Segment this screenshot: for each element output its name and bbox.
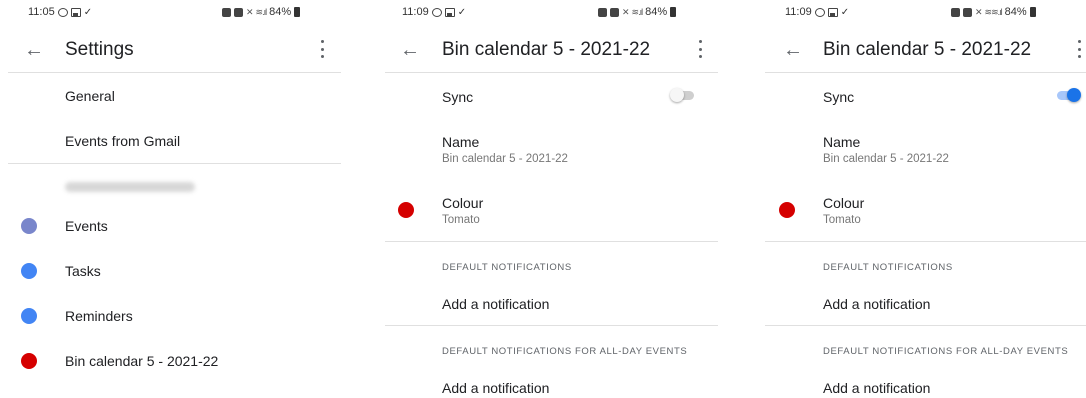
mute-icon: ✕ (622, 6, 629, 17)
colour-swatch (398, 202, 414, 218)
status-bar: 11:09 ✓ ✕ ≋.ıl 84% (380, 6, 725, 22)
status-bar: 11:05 ✓ ✕ ≋.ıl 84% (0, 6, 350, 22)
name-value: Bin calendar 5 - 2021-22 (442, 153, 568, 165)
calendar-item-tasks[interactable]: Tasks (65, 262, 101, 280)
battery-icon (670, 7, 677, 17)
battery-percent: 84% (645, 6, 668, 18)
wifi-signal-icon: ≋.ıl (255, 6, 268, 17)
name-value: Bin calendar 5 - 2021-22 (823, 153, 949, 165)
add-all-day-notification-button[interactable]: Add a notification (823, 379, 930, 397)
calendar-item-events[interactable]: Events (65, 217, 108, 235)
gallery-icon (827, 7, 838, 17)
whatsapp-icon (57, 7, 68, 17)
battery-percent: 84% (269, 6, 292, 18)
colour-value: Tomato (823, 214, 861, 226)
section-divider (8, 163, 341, 164)
colour-label[interactable]: Colour (823, 194, 864, 212)
whatsapp-icon (814, 7, 825, 17)
status-right: ✕ ≋.ıl 84% (598, 6, 677, 18)
wifi-signal-icon: ≋.ıl (631, 6, 644, 17)
sync-toggle[interactable] (670, 88, 696, 102)
status-right: ✕ ≋.ıl 84% (222, 6, 301, 18)
section-divider (765, 325, 1086, 326)
account-email-blurred (65, 182, 195, 192)
name-label[interactable]: Name (442, 133, 479, 151)
app-bar: ← Bin calendar 5 - 2021-22 (380, 30, 725, 72)
app-bar: ← Bin calendar 5 - 2021-22 (762, 30, 1086, 72)
settings-item-general[interactable]: General (65, 87, 115, 105)
reminders-color-dot (21, 308, 37, 324)
mute-icon: ✕ (246, 6, 253, 17)
gallery-icon (444, 7, 455, 17)
alarm-icon (598, 7, 607, 17)
page-title: Bin calendar 5 - 2021-22 (442, 39, 651, 60)
app-bar-divider (8, 72, 341, 73)
app-bar-divider (385, 72, 718, 73)
calendar-settings-screen-sync-on: 11:09 ✓ ✕ ≋≋.ıl 84% ← Bin calendar 5 - 2… (762, 0, 1086, 398)
status-time: 11:09 (785, 6, 812, 18)
add-notification-button[interactable]: Add a notification (823, 295, 930, 313)
download-done-icon: ✓ (83, 6, 93, 18)
app-bar: ← Settings (0, 30, 350, 72)
calendar-item-bin-calendar[interactable]: Bin calendar 5 - 2021-22 (65, 352, 218, 370)
all-day-notifications-header: DEFAULT NOTIFICATIONS FOR ALL-DAY EVENTS (823, 346, 1069, 357)
colour-swatch (779, 202, 795, 218)
default-notifications-header: DEFAULT NOTIFICATIONS (823, 262, 953, 273)
clock-icon (234, 7, 243, 17)
mute-icon: ✕ (975, 6, 982, 17)
status-bar: 11:09 ✓ ✕ ≋≋.ıl 84% (762, 6, 1086, 22)
battery-percent: 84% (1004, 6, 1027, 18)
all-day-notifications-header: DEFAULT NOTIFICATIONS FOR ALL-DAY EVENTS (442, 346, 688, 357)
default-notifications-header: DEFAULT NOTIFICATIONS (442, 262, 572, 273)
calendar-item-reminders[interactable]: Reminders (65, 307, 133, 325)
status-left: 11:05 ✓ (28, 6, 92, 18)
wifi-signal-icon: ≋≋.ıl (984, 6, 1003, 17)
sync-label: Sync (442, 89, 474, 105)
name-label[interactable]: Name (823, 133, 860, 151)
sync-label: Sync (823, 89, 855, 105)
settings-screen: 11:05 ✓ ✕ ≋.ıl 84% ← Settings General Ev… (0, 0, 350, 398)
battery-icon (294, 7, 301, 17)
sync-toggle[interactable] (1055, 88, 1081, 102)
settings-item-events-from-gmail[interactable]: Events from Gmail (65, 132, 180, 150)
page-title: Bin calendar 5 - 2021-22 (823, 39, 1032, 60)
add-all-day-notification-button[interactable]: Add a notification (442, 379, 549, 397)
clock-icon (610, 7, 619, 17)
page-title: Settings (65, 39, 134, 60)
bin-calendar-color-dot (21, 353, 37, 369)
download-done-icon: ✓ (840, 6, 850, 18)
more-options-icon[interactable] (1077, 40, 1081, 58)
more-options-icon[interactable] (698, 40, 702, 58)
alarm-icon (951, 7, 960, 17)
calendar-settings-screen-sync-off: 11:09 ✓ ✕ ≋.ıl 84% ← Bin calendar 5 - 20… (380, 0, 725, 398)
events-color-dot (21, 218, 37, 234)
status-time: 11:05 (28, 6, 55, 18)
battery-icon (1029, 7, 1036, 17)
alarm-icon (222, 7, 231, 17)
status-time: 11:09 (402, 6, 429, 18)
whatsapp-icon (431, 7, 442, 17)
status-left: 11:09 ✓ (785, 6, 849, 18)
section-divider (385, 325, 718, 326)
clock-icon (963, 7, 972, 17)
status-right: ✕ ≋≋.ıl 84% (951, 6, 1036, 18)
gallery-icon (70, 7, 81, 17)
more-options-icon[interactable] (320, 40, 324, 58)
back-arrow-icon[interactable]: ← (24, 36, 44, 64)
back-arrow-icon[interactable]: ← (400, 36, 420, 64)
colour-value: Tomato (442, 214, 480, 226)
add-notification-button[interactable]: Add a notification (442, 295, 549, 313)
section-divider (385, 241, 718, 242)
colour-label[interactable]: Colour (442, 194, 483, 212)
tasks-color-dot (21, 263, 37, 279)
sync-toggle-thumb (1067, 88, 1081, 102)
section-divider (765, 241, 1086, 242)
sync-toggle-thumb (670, 88, 684, 102)
back-arrow-icon[interactable]: ← (783, 36, 803, 64)
app-bar-divider (765, 72, 1086, 73)
status-left: 11:09 ✓ (402, 6, 466, 18)
download-done-icon: ✓ (457, 6, 467, 18)
